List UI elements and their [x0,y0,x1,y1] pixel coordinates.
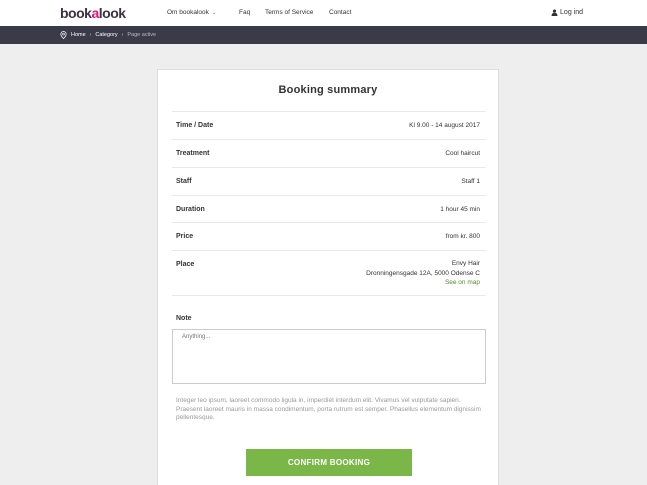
logo-text-look: look [98,5,126,21]
summary-row-treatment: Treatment Cool haircut [172,139,486,167]
summary-row-time-date: Time / Date Kl 9.00 - 14 august 2017 [172,111,486,139]
breadcrumb-category[interactable]: Category [95,32,117,38]
breadcrumb-home[interactable]: Home [71,32,86,38]
summary-label: Price [176,233,194,240]
summary-row-duration: Duration 1 hour 45 min [172,195,486,222]
bookalook-logo[interactable]: book a look [60,5,126,21]
summary-row-price: Price from kr. 800 [172,222,486,250]
summary-label: Treatment [176,150,210,157]
summary-value: Cool haircut [445,150,480,157]
summary-value: from kr. 800 [445,233,480,240]
breadcrumb-active: Page active [127,32,157,38]
summary-label: Staff [176,178,192,185]
nav-om-bookalook[interactable]: Om bookalook ⌄ [167,9,216,16]
breadcrumb: Home › Category › Page active [60,31,156,39]
user-icon [551,9,558,16]
location-pin-icon [60,31,67,39]
booking-summary-card: Booking summary Time / Date Kl 9.00 - 14… [157,69,499,485]
top-navigation-bar: book a look Om bookalook ⌄ Faq Terms of S… [0,0,647,26]
chevron-right-icon: › [121,32,124,38]
note-field[interactable] [172,329,486,384]
summary-row-place: Place Envy Hair Dronningensgade 12A, 500… [172,250,486,296]
nav-om-bookalook-label: Om bookalook [167,9,209,16]
nav-terms-of-service[interactable]: Terms of Service [265,9,313,16]
breadcrumb-bar: Home › Category › Page active [0,26,647,44]
login-link[interactable]: Log ind [551,9,583,16]
summary-label: Place [176,261,195,268]
info-text: Integer leo ipsum, laoreet commodo ligul… [176,397,481,421]
login-label: Log ind [560,9,583,16]
confirm-booking-button[interactable]: CONFIRM BOOKING [246,449,412,476]
nav-contact[interactable]: Contact [329,9,351,16]
logo-text-a: a [91,5,99,21]
place-address: Dronningensgade 12A, 5000 Odense C [366,269,480,277]
see-on-map-link[interactable]: See on map [366,278,480,288]
nav-faq[interactable]: Faq [239,9,250,16]
note-label: Note [176,315,192,322]
logo-text-book: book [60,5,92,21]
page-title: Booking summary [278,84,378,96]
chevron-right-icon: › [89,32,92,38]
summary-value: Kl 9.00 - 14 august 2017 [409,122,480,129]
summary-row-staff: Staff Staff 1 [172,167,486,195]
summary-value: 1 hour 45 min [440,206,480,213]
summary-label: Time / Date [176,122,214,129]
chevron-down-icon: ⌄ [211,10,217,16]
summary-value: Envy Hair Dronningensgade 12A, 5000 Oden… [366,259,480,288]
summary-value: Staff 1 [461,178,480,185]
place-name: Envy Hair [451,260,480,267]
summary-label: Duration [176,206,205,213]
